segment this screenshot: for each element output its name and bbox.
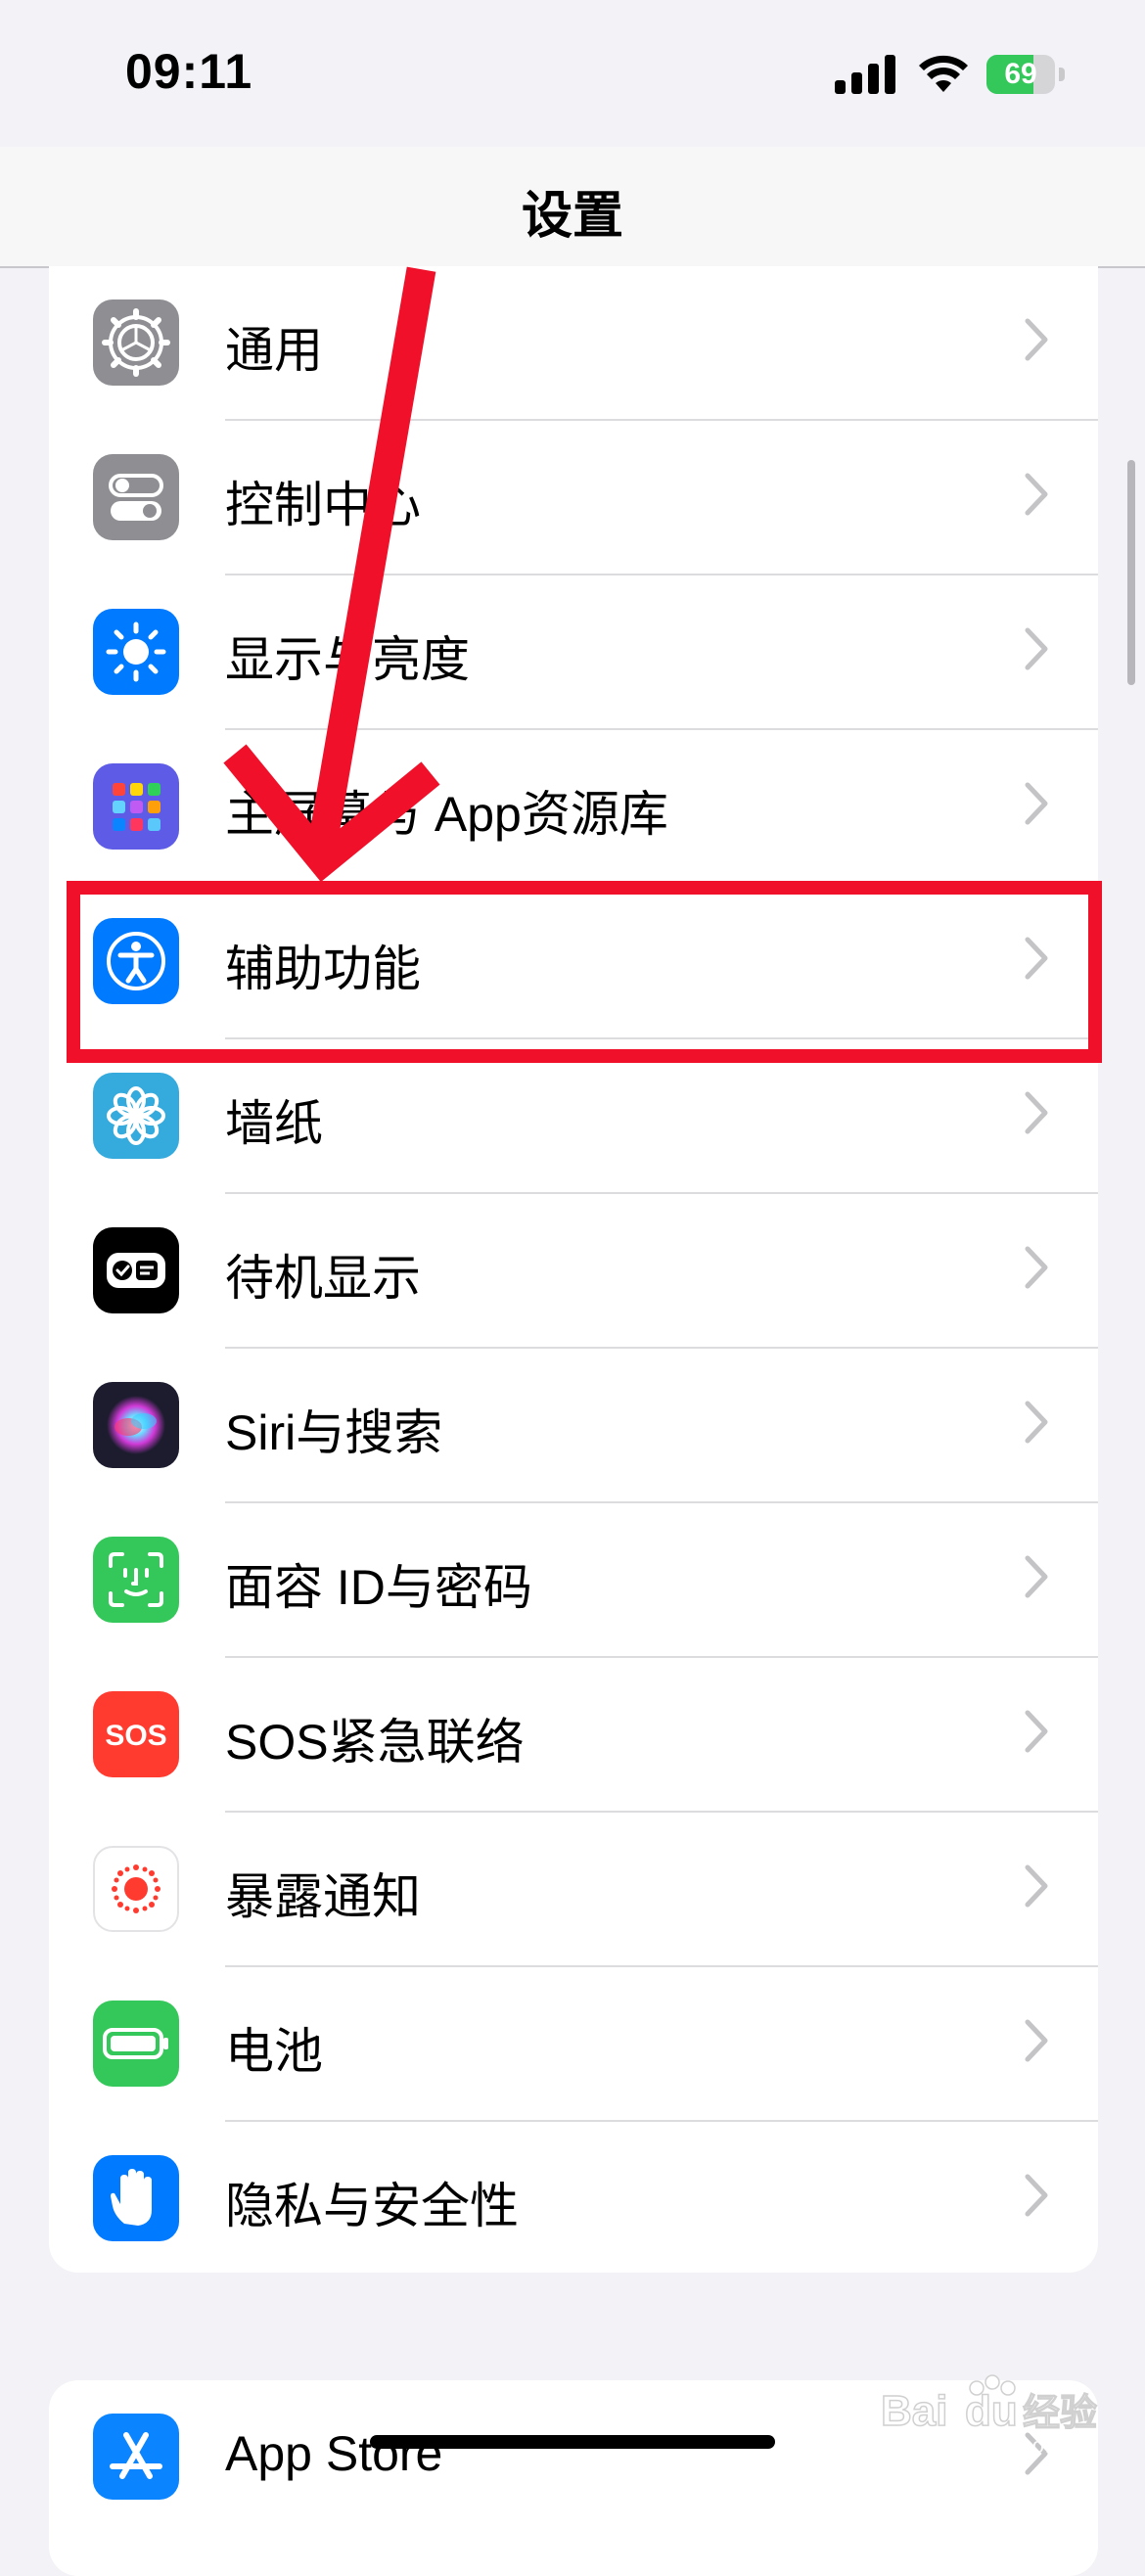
page-title: 设置 bbox=[521, 188, 623, 245]
scroll-indicator[interactable] bbox=[1127, 460, 1135, 685]
settings-item-label: 控制中心 bbox=[225, 478, 421, 532]
svg-text:du: du bbox=[965, 2387, 1018, 2435]
settings-item-display-brightness[interactable]: 显示与亮度 bbox=[49, 575, 1098, 730]
settings-item-standby[interactable]: 待机显示 bbox=[49, 1194, 1098, 1349]
home-indicator[interactable] bbox=[370, 2435, 775, 2449]
svg-text:经验: 经验 bbox=[1023, 2391, 1097, 2434]
settings-item-label: App Store bbox=[225, 2426, 443, 2481]
settings-item-label: Siri与搜索 bbox=[225, 1405, 443, 1460]
chevron-right-icon bbox=[1025, 1864, 1048, 1908]
chevron-right-icon bbox=[1025, 1710, 1048, 1753]
chevron-right-icon bbox=[1025, 2019, 1048, 2062]
settings-item-home-screen[interactable]: 主屏幕与 App资源库 bbox=[49, 730, 1098, 885]
settings-item-battery[interactable]: 电池 bbox=[49, 1967, 1098, 2122]
settings-item-face-id[interactable]: 面容 ID与密码 bbox=[49, 1503, 1098, 1658]
chevron-right-icon bbox=[1025, 1246, 1048, 1289]
app-store-icon bbox=[93, 2414, 179, 2500]
battery-icon bbox=[93, 2001, 179, 2087]
watermark-text: jingyan.baidu.com bbox=[874, 2433, 1065, 2458]
svg-text:Bai: Bai bbox=[881, 2387, 947, 2435]
settings-item-label: SOS紧急联络 bbox=[225, 1715, 525, 1770]
navigation-bar: 设置 bbox=[0, 147, 1145, 268]
cellular-signal-icon bbox=[835, 55, 895, 94]
settings-list: 通用 控制中心 显示与亮度 主屏幕与 App资源库 辅助功能 墙纸 待机显示 S… bbox=[49, 266, 1098, 2273]
settings-item-label: 隐私与安全性 bbox=[225, 2179, 519, 2233]
standby-icon bbox=[93, 1227, 179, 1313]
settings-item-label: 主屏幕与 App资源库 bbox=[225, 787, 668, 842]
settings-item-label: 面容 ID与密码 bbox=[225, 1560, 532, 1615]
status-bar: 09:11 69 bbox=[0, 0, 1145, 147]
sun-icon bbox=[93, 609, 179, 695]
chevron-right-icon bbox=[1025, 1401, 1048, 1444]
settings-item-label: 通用 bbox=[225, 323, 323, 378]
settings-item-label: 暴露通知 bbox=[225, 1869, 421, 1924]
hand-icon bbox=[93, 2155, 179, 2241]
settings-item-privacy-security[interactable]: 隐私与安全性 bbox=[49, 2122, 1098, 2273]
annotation-highlight-box bbox=[67, 881, 1102, 1063]
settings-item-label: 待机显示 bbox=[225, 1251, 421, 1306]
gear-icon bbox=[93, 299, 179, 386]
flower-icon bbox=[93, 1073, 179, 1159]
toggle-switches-icon bbox=[93, 454, 179, 540]
settings-item-siri-search[interactable]: Siri与搜索 bbox=[49, 1349, 1098, 1503]
chevron-right-icon bbox=[1025, 318, 1048, 361]
chevron-right-icon bbox=[1025, 1091, 1048, 1134]
siri-icon bbox=[93, 1382, 179, 1468]
chevron-right-icon bbox=[1025, 2174, 1048, 2217]
battery-status-icon: 69 bbox=[986, 55, 1067, 94]
battery-percent: 69 bbox=[1004, 58, 1037, 90]
face-id-icon bbox=[93, 1537, 179, 1623]
settings-item-label: 显示与亮度 bbox=[225, 632, 470, 687]
chevron-right-icon bbox=[1025, 782, 1048, 825]
svg-text:SOS: SOS bbox=[105, 1720, 166, 1752]
settings-item-control-center[interactable]: 控制中心 bbox=[49, 421, 1098, 575]
chevron-right-icon bbox=[1025, 627, 1048, 670]
wifi-icon bbox=[919, 55, 968, 92]
exposure-notification-icon bbox=[93, 1846, 179, 1932]
chevron-right-icon bbox=[1025, 1555, 1048, 1598]
settings-item-label: 墙纸 bbox=[225, 1096, 323, 1151]
app-grid-icon bbox=[93, 763, 179, 850]
status-time: 09:11 bbox=[125, 44, 253, 99]
settings-item-label: 电池 bbox=[225, 2024, 323, 2079]
sos-icon: SOS bbox=[93, 1691, 179, 1777]
settings-item-exposure-notifications[interactable]: 暴露通知 bbox=[49, 1813, 1098, 1967]
settings-item-general[interactable]: 通用 bbox=[49, 266, 1098, 421]
settings-item-emergency-sos[interactable]: SOS SOS紧急联络 bbox=[49, 1658, 1098, 1813]
chevron-right-icon bbox=[1025, 473, 1048, 516]
